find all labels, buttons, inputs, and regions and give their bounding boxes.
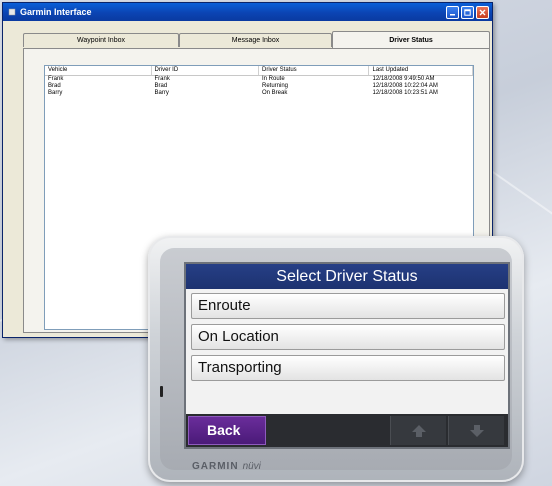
cell-vehicle: Barry <box>48 90 63 96</box>
app-icon <box>8 8 16 16</box>
cell-driver-status: Returning <box>262 83 289 89</box>
cell-vehicle: Frank <box>48 76 64 82</box>
option-transporting-button[interactable]: Transporting <box>191 355 505 381</box>
cell-vehicle: Brad <box>48 83 61 89</box>
close-button[interactable] <box>476 5 489 19</box>
cell-last-updated: 12/18/2008 9:49:50 AM <box>372 76 435 82</box>
scroll-down-button[interactable] <box>448 416 504 445</box>
screen-title: Select Driver Status <box>186 264 508 289</box>
status-options: Enroute On Location Transporting <box>186 289 508 414</box>
device-side-slot <box>160 386 163 397</box>
arrow-up-icon <box>411 424 426 437</box>
cell-last-updated: 12/18/2008 10:23:51 AM <box>372 90 438 96</box>
list-header: Vehicle Driver ID Driver Status Last Upd… <box>45 66 473 76</box>
tab-message-inbox[interactable]: Message Inbox <box>179 33 332 47</box>
column-header-driver-id[interactable]: Driver ID <box>152 66 259 75</box>
cell-driver-status: In Route <box>262 76 285 82</box>
screen-footer: Back <box>186 414 508 447</box>
close-icon <box>477 7 488 18</box>
column-header-driver-status[interactable]: Driver Status <box>259 66 370 75</box>
option-enroute-button[interactable]: Enroute <box>191 293 505 319</box>
tab-waypoint-inbox[interactable]: Waypoint Inbox <box>23 33 179 47</box>
model-name: nüvi <box>242 461 261 472</box>
cell-driver-id: Barry <box>154 90 169 96</box>
table-row[interactable]: Brad Brad Returning 12/18/2008 10:22:04 … <box>45 83 473 90</box>
arrow-down-icon <box>469 424 484 437</box>
cell-driver-id: Frank <box>154 76 170 82</box>
option-on-location-button[interactable]: On Location <box>191 324 505 350</box>
tab-strip: Waypoint Inbox Message Inbox Driver Stat… <box>23 31 490 49</box>
device-screen: Select Driver Status Enroute On Location… <box>184 262 510 449</box>
cell-driver-id: Brad <box>154 83 168 89</box>
column-header-last-updated[interactable]: Last Updated <box>369 66 473 75</box>
device-brand: GARMIN nüvi <box>192 461 261 472</box>
brand-name: GARMIN <box>192 461 239 472</box>
maximize-button[interactable] <box>461 5 474 19</box>
maximize-icon <box>462 7 473 18</box>
cell-last-updated: 12/18/2008 10:22:04 AM <box>372 83 438 89</box>
table-row[interactable]: Frank Frank In Route 12/18/2008 9:49:50 … <box>45 76 473 83</box>
tab-driver-status[interactable]: Driver Status <box>332 31 490 48</box>
minimize-icon <box>447 7 458 18</box>
garmin-gps-device: Select Driver Status Enroute On Location… <box>148 236 524 482</box>
back-button[interactable]: Back <box>188 416 266 445</box>
window-title: Garmin Interface <box>20 7 92 17</box>
table-row[interactable]: Barry Barry On Break 12/18/2008 10:23:51… <box>45 90 473 97</box>
minimize-button[interactable] <box>446 5 459 19</box>
cell-driver-status: On Break <box>262 90 288 96</box>
column-header-vehicle[interactable]: Vehicle <box>45 66 152 75</box>
scroll-up-button[interactable] <box>390 416 446 445</box>
title-bar[interactable]: Garmin Interface <box>3 3 492 21</box>
